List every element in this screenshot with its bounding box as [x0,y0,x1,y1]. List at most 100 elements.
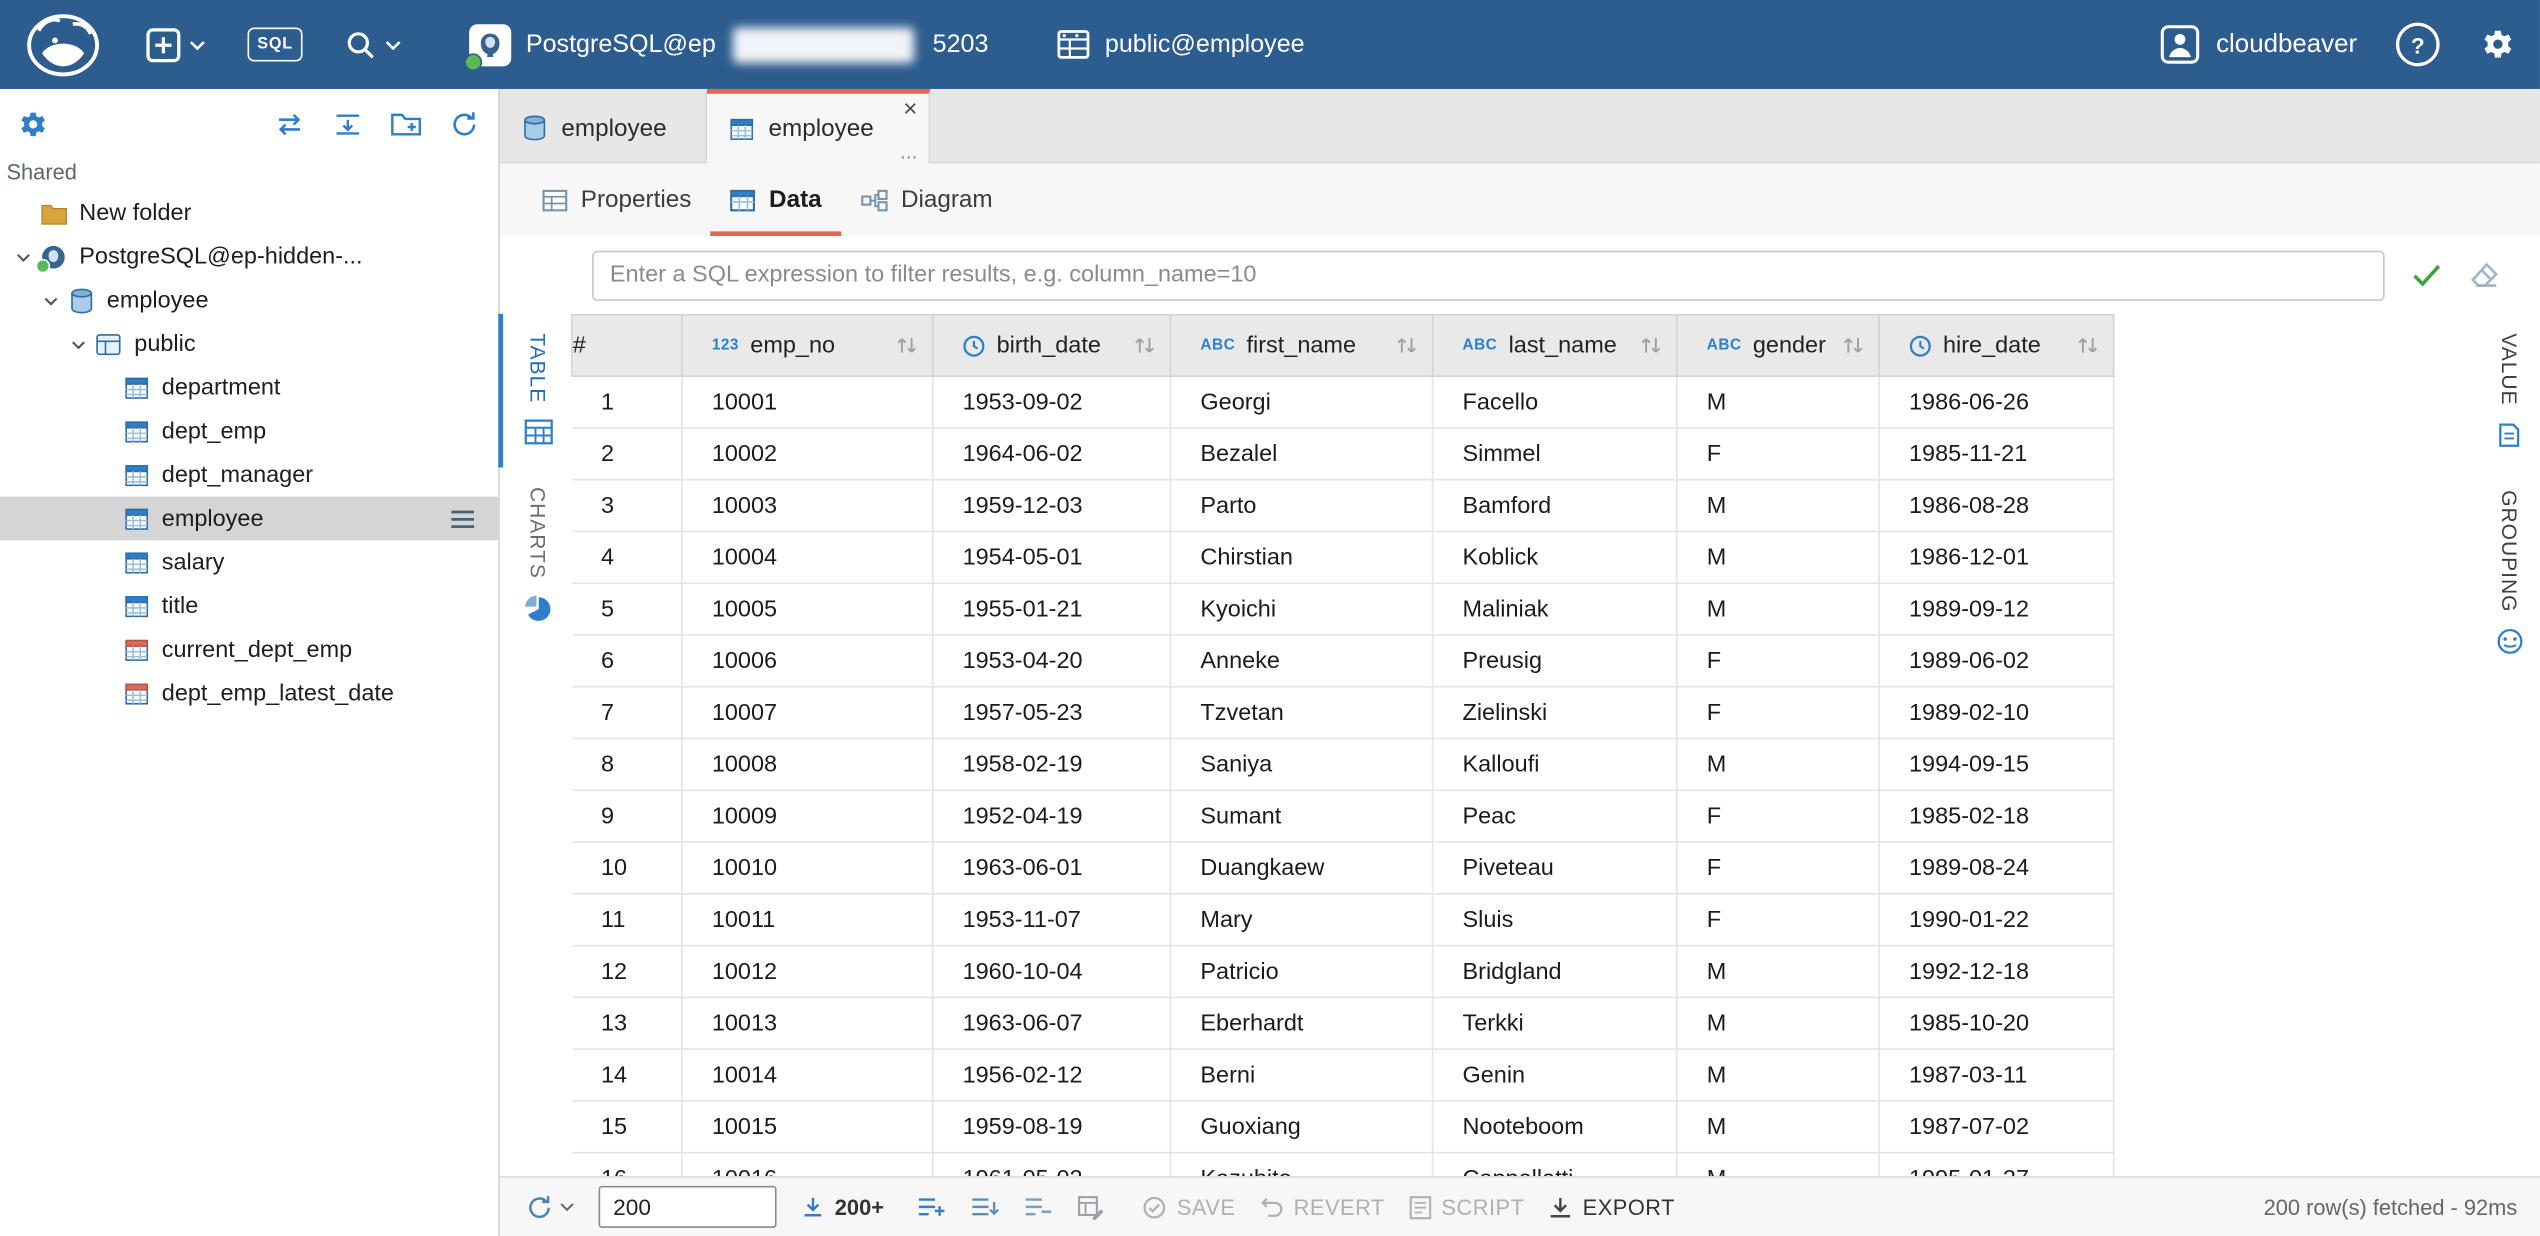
tree-item-schema-public[interactable]: public [0,322,498,366]
grid-cell[interactable]: Bridgland [1433,946,1677,998]
grid-cell[interactable]: Eberhardt [1170,997,1432,1049]
tree-item-view-dept-emp-latest-date[interactable]: dept_emp_latest_date [0,671,498,715]
grid-cell[interactable]: F [1677,635,1879,687]
column-header-hire_date[interactable]: hire_date [1879,315,2114,376]
grid-cell[interactable]: Chirstian [1170,531,1432,583]
column-header-gender[interactable]: ABCgender [1677,315,1879,376]
grid-cell[interactable]: 10006 [682,635,933,687]
revert-button[interactable]: REVERT [1260,1195,1385,1219]
grid-cell[interactable]: M [1677,480,1879,532]
row-number[interactable]: 13 [572,997,682,1049]
grid-cell[interactable]: 1989-06-02 [1879,635,2114,687]
grid-cell[interactable]: Kalloufi [1433,739,1677,791]
grid-cell[interactable]: 10009 [682,790,933,842]
new-object-button[interactable] [146,27,206,63]
tab-properties[interactable]: Properties [523,163,711,236]
grid-cell[interactable]: M [1677,997,1879,1049]
row-number[interactable]: 14 [572,1049,682,1101]
grid-cell[interactable]: Koblick [1433,531,1677,583]
grid-cell[interactable]: Terkki [1433,997,1677,1049]
grid-cell[interactable]: Berni [1170,1049,1432,1101]
row-number[interactable]: 15 [572,1101,682,1153]
grid-cell[interactable]: 1989-08-24 [1879,842,2114,894]
connection-selector[interactable]: PostgreSQL@ep 5203 [469,23,988,65]
save-button[interactable]: SAVE [1143,1195,1236,1219]
grid-cell[interactable]: F [1677,428,1879,480]
row-number[interactable]: 11 [572,894,682,946]
add-folder-icon[interactable] [390,112,422,138]
grid-cell[interactable]: F [1677,842,1879,894]
clear-filter-icon[interactable] [2469,260,2501,289]
grid-cell[interactable]: 10011 [682,894,933,946]
row-number[interactable]: 9 [572,790,682,842]
grid-cell[interactable]: 1963-06-01 [933,842,1171,894]
grid-cell[interactable]: Duangkaew [1170,842,1432,894]
grid-cell[interactable]: 1953-11-07 [933,894,1171,946]
grid-cell[interactable]: 1995-01-27 [1879,1153,2114,1176]
grid-cell[interactable]: Kyoichi [1170,583,1432,635]
grid-cell[interactable]: Georgi [1170,376,1432,428]
grid-cell[interactable]: Parto [1170,480,1432,532]
grid-cell[interactable]: Simmel [1433,428,1677,480]
close-icon[interactable]: × [903,97,917,121]
grid-cell[interactable]: 10008 [682,739,933,791]
presentation-table[interactable]: TABLE [497,314,573,468]
sync-connections-icon[interactable] [273,112,305,138]
tab-more-icon[interactable]: ... [900,141,918,162]
panel-grouping[interactable]: GROUPING [2478,470,2539,678]
collapse-all-icon[interactable] [333,112,362,138]
row-number[interactable]: 1 [572,376,682,428]
grid-cell[interactable]: 1992-12-18 [1879,946,2114,998]
sort-icon[interactable] [2076,335,2100,356]
row-number[interactable]: 4 [572,531,682,583]
apply-filter-icon[interactable] [2411,262,2443,288]
grid-cell[interactable]: Tzvetan [1170,687,1432,739]
help-button[interactable]: ? [2396,23,2440,67]
row-number[interactable]: 6 [572,635,682,687]
grid-cell[interactable]: 1953-09-02 [933,376,1171,428]
tree-item-table-department[interactable]: department [0,366,498,410]
grid-cell[interactable]: Nooteboom [1433,1101,1677,1153]
grid-cell[interactable]: 1986-08-28 [1879,480,2114,532]
grid-cell[interactable]: Saniya [1170,739,1432,791]
grid-cell[interactable]: 1961-05-02 [933,1153,1171,1176]
grid-cell[interactable]: M [1677,946,1879,998]
grid-cell[interactable]: Guoxiang [1170,1101,1432,1153]
row-number[interactable]: 7 [572,687,682,739]
fetch-next-page-button[interactable]: 200+ [801,1195,884,1219]
grid-cell[interactable]: Bezalel [1170,428,1432,480]
grid-cell[interactable]: 1987-03-11 [1879,1049,2114,1101]
tab-data[interactable]: Data [711,163,841,236]
grid-cell[interactable]: 10015 [682,1101,933,1153]
grid-cell[interactable]: 10010 [682,842,933,894]
grid-cell[interactable]: 1990-01-22 [1879,894,2114,946]
grid-cell[interactable]: Zielinski [1433,687,1677,739]
sort-icon[interactable] [1132,335,1156,356]
grid-cell[interactable]: 10002 [682,428,933,480]
column-header-last_name[interactable]: ABClast_name [1433,315,1677,376]
tree-item-view-current-dept-emp[interactable]: current_dept_emp [0,628,498,672]
grid-cell[interactable]: Facello [1433,376,1677,428]
row-number[interactable]: 16 [572,1153,682,1176]
schema-selector[interactable]: public@employee [1056,29,1304,60]
chevron-down-icon[interactable] [37,294,65,307]
row-number[interactable]: 5 [572,583,682,635]
grid-cell[interactable]: M [1677,376,1879,428]
grid-cell[interactable]: 10013 [682,997,933,1049]
grid-cell[interactable]: 1959-08-19 [933,1101,1171,1153]
sql-filter-input[interactable] [592,250,2385,300]
grid-cell[interactable]: Maliniak [1433,583,1677,635]
row-number[interactable]: 3 [572,480,682,532]
grid-cell[interactable]: F [1677,687,1879,739]
tab-employee-database[interactable]: employee [500,89,707,162]
grid-cell[interactable]: 1989-09-12 [1879,583,2114,635]
grid-cell[interactable]: 10004 [682,531,933,583]
grid-cell[interactable]: Sluis [1433,894,1677,946]
grid-cell[interactable]: 1953-04-20 [933,635,1171,687]
grid-cell[interactable]: Bamford [1433,480,1677,532]
grid-cell[interactable]: Preusig [1433,635,1677,687]
chevron-down-icon[interactable] [10,250,38,263]
row-number[interactable]: 12 [572,946,682,998]
grid-cell[interactable]: 1958-02-19 [933,739,1171,791]
grid-cell[interactable]: M [1677,739,1879,791]
